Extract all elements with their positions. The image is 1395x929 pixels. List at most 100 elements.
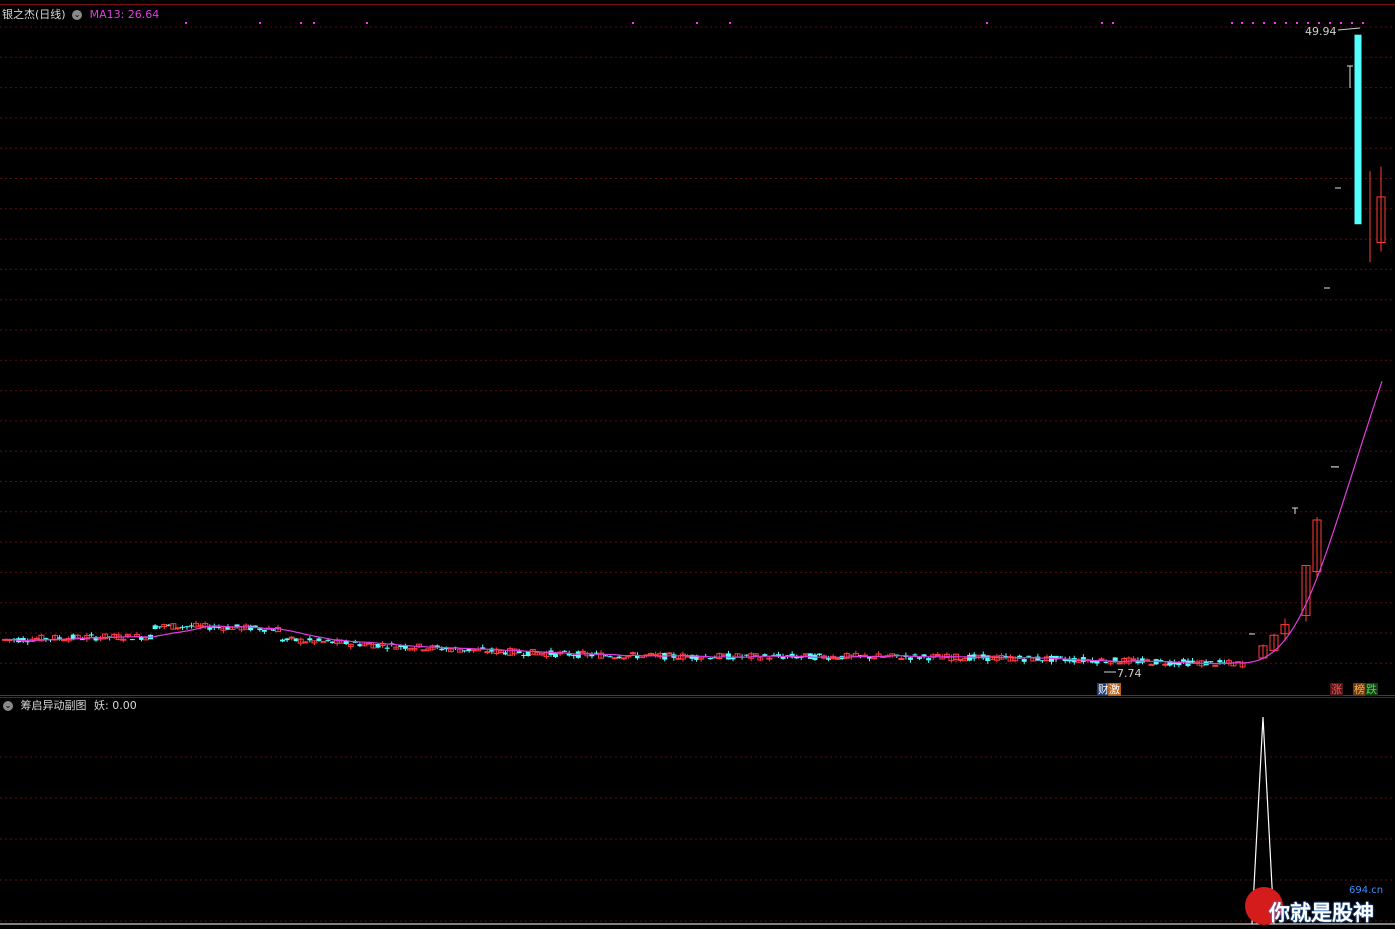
candle-body xyxy=(484,651,491,654)
chevron-down-icon[interactable]: ⌄ xyxy=(72,9,83,20)
candle-body xyxy=(174,627,181,630)
candle-body xyxy=(302,641,309,644)
signal-dot xyxy=(1252,22,1254,24)
candle-body xyxy=(307,638,313,641)
candle-body xyxy=(917,657,923,659)
tag-fall[interactable]: 跌 xyxy=(1365,683,1378,696)
candle-body xyxy=(325,639,331,641)
candle-body xyxy=(611,657,618,660)
candle-body xyxy=(284,638,290,641)
candle-body xyxy=(629,652,636,655)
signal-dot xyxy=(632,22,634,24)
signal-dot xyxy=(1329,22,1331,24)
high-price-label: 49.94 xyxy=(1305,25,1337,38)
candle-body xyxy=(967,654,973,661)
chevron-down-icon[interactable]: ⌄ xyxy=(3,700,13,711)
watermark: 694.cn 你就是股神 xyxy=(1245,885,1391,927)
candle-body xyxy=(912,654,918,656)
signal-dot xyxy=(1112,22,1114,24)
candle-body xyxy=(1212,664,1219,667)
candle-body xyxy=(88,634,94,636)
signal-dot xyxy=(313,22,315,24)
candle-body xyxy=(1130,658,1137,661)
candle-body xyxy=(320,640,327,643)
candle-body xyxy=(120,638,127,641)
signal-dot xyxy=(696,22,698,24)
candle-body xyxy=(316,638,322,641)
signal-dot xyxy=(1340,22,1342,24)
candle-body xyxy=(921,654,927,657)
candle-body xyxy=(261,629,267,632)
signal-dot xyxy=(986,22,988,24)
ma13-label: MA13: 26.64 xyxy=(89,8,160,21)
signal-dot xyxy=(300,22,302,24)
stock-title[interactable]: 银之杰(日线) xyxy=(2,8,66,21)
candle-body xyxy=(871,657,878,660)
candle-body xyxy=(366,642,372,645)
candle-body xyxy=(666,652,673,655)
candle-body xyxy=(620,657,627,660)
candle-body xyxy=(179,626,185,628)
candle-body xyxy=(1162,663,1169,666)
high-pointer xyxy=(1337,27,1361,31)
main-panel-header: 银之杰(日线) ⌄ MA13: 26.64 xyxy=(2,8,159,22)
candle-body xyxy=(926,658,932,661)
signal-dot xyxy=(259,22,261,24)
candle-body xyxy=(1208,661,1214,663)
kline-chart-canvas[interactable] xyxy=(0,0,1395,929)
candle-body xyxy=(1180,659,1186,662)
watermark-site: 694.cn xyxy=(1349,885,1384,896)
candle-body xyxy=(1021,659,1027,662)
candle-body xyxy=(607,656,613,658)
candle-body xyxy=(562,650,568,652)
signal-dot xyxy=(1274,22,1276,24)
candle-body xyxy=(571,655,577,657)
candle-body xyxy=(257,628,263,631)
stock-chart-window: 银之杰(日线) ⌄ MA13: 26.64 49.94 7.74 财 激 涨 榜… xyxy=(0,0,1395,929)
candle-body xyxy=(1058,656,1064,658)
candle-body xyxy=(934,653,941,656)
candle-body xyxy=(1217,660,1223,663)
signal-dot xyxy=(1351,22,1353,24)
recent-candle-body xyxy=(1354,34,1362,225)
candle-body xyxy=(462,650,468,652)
indicator-title[interactable]: 筹启异动副图 xyxy=(21,699,87,712)
signal-dot xyxy=(1296,22,1298,24)
signal-dot xyxy=(366,22,368,24)
candle-body xyxy=(907,657,913,660)
candle-body xyxy=(288,636,295,639)
signal-dot xyxy=(1101,22,1103,24)
candle-body xyxy=(129,639,135,641)
candle-body xyxy=(152,625,158,630)
signal-dot xyxy=(1285,22,1287,24)
candle-body xyxy=(439,648,445,651)
candle-body xyxy=(516,651,522,653)
low-price-label: 7.74 xyxy=(1117,667,1142,680)
signal-dot xyxy=(1241,22,1243,24)
event-badge-ji[interactable]: 激 xyxy=(1108,683,1121,696)
candle-body xyxy=(184,626,190,628)
signal-dot xyxy=(1231,22,1233,24)
candle-body xyxy=(480,647,486,649)
candle-body xyxy=(57,637,63,639)
candle-body xyxy=(834,657,841,660)
ma13-line xyxy=(4,381,1383,665)
signal-dot xyxy=(1263,22,1265,24)
yao-value: 妖: 0.00 xyxy=(94,699,137,712)
candle-body xyxy=(1144,659,1151,662)
candle-body xyxy=(707,658,713,660)
candle-body xyxy=(1098,658,1105,661)
sub-panel-header: ⌄ 筹启异动副图 妖: 0.00 xyxy=(2,699,137,713)
signal-dot xyxy=(185,22,187,24)
candle-body xyxy=(1148,663,1155,666)
signal-dot xyxy=(1318,22,1320,24)
signal-dot xyxy=(1362,22,1364,24)
candle-body xyxy=(207,627,213,630)
candle-body xyxy=(384,647,390,649)
candle-body xyxy=(1026,655,1032,657)
candle-body xyxy=(521,654,527,656)
tag-rise[interactable]: 涨 xyxy=(1330,683,1343,696)
candle-body xyxy=(603,655,609,657)
watermark-text: 你就是股神 xyxy=(1269,901,1374,925)
candle-body xyxy=(898,658,905,661)
